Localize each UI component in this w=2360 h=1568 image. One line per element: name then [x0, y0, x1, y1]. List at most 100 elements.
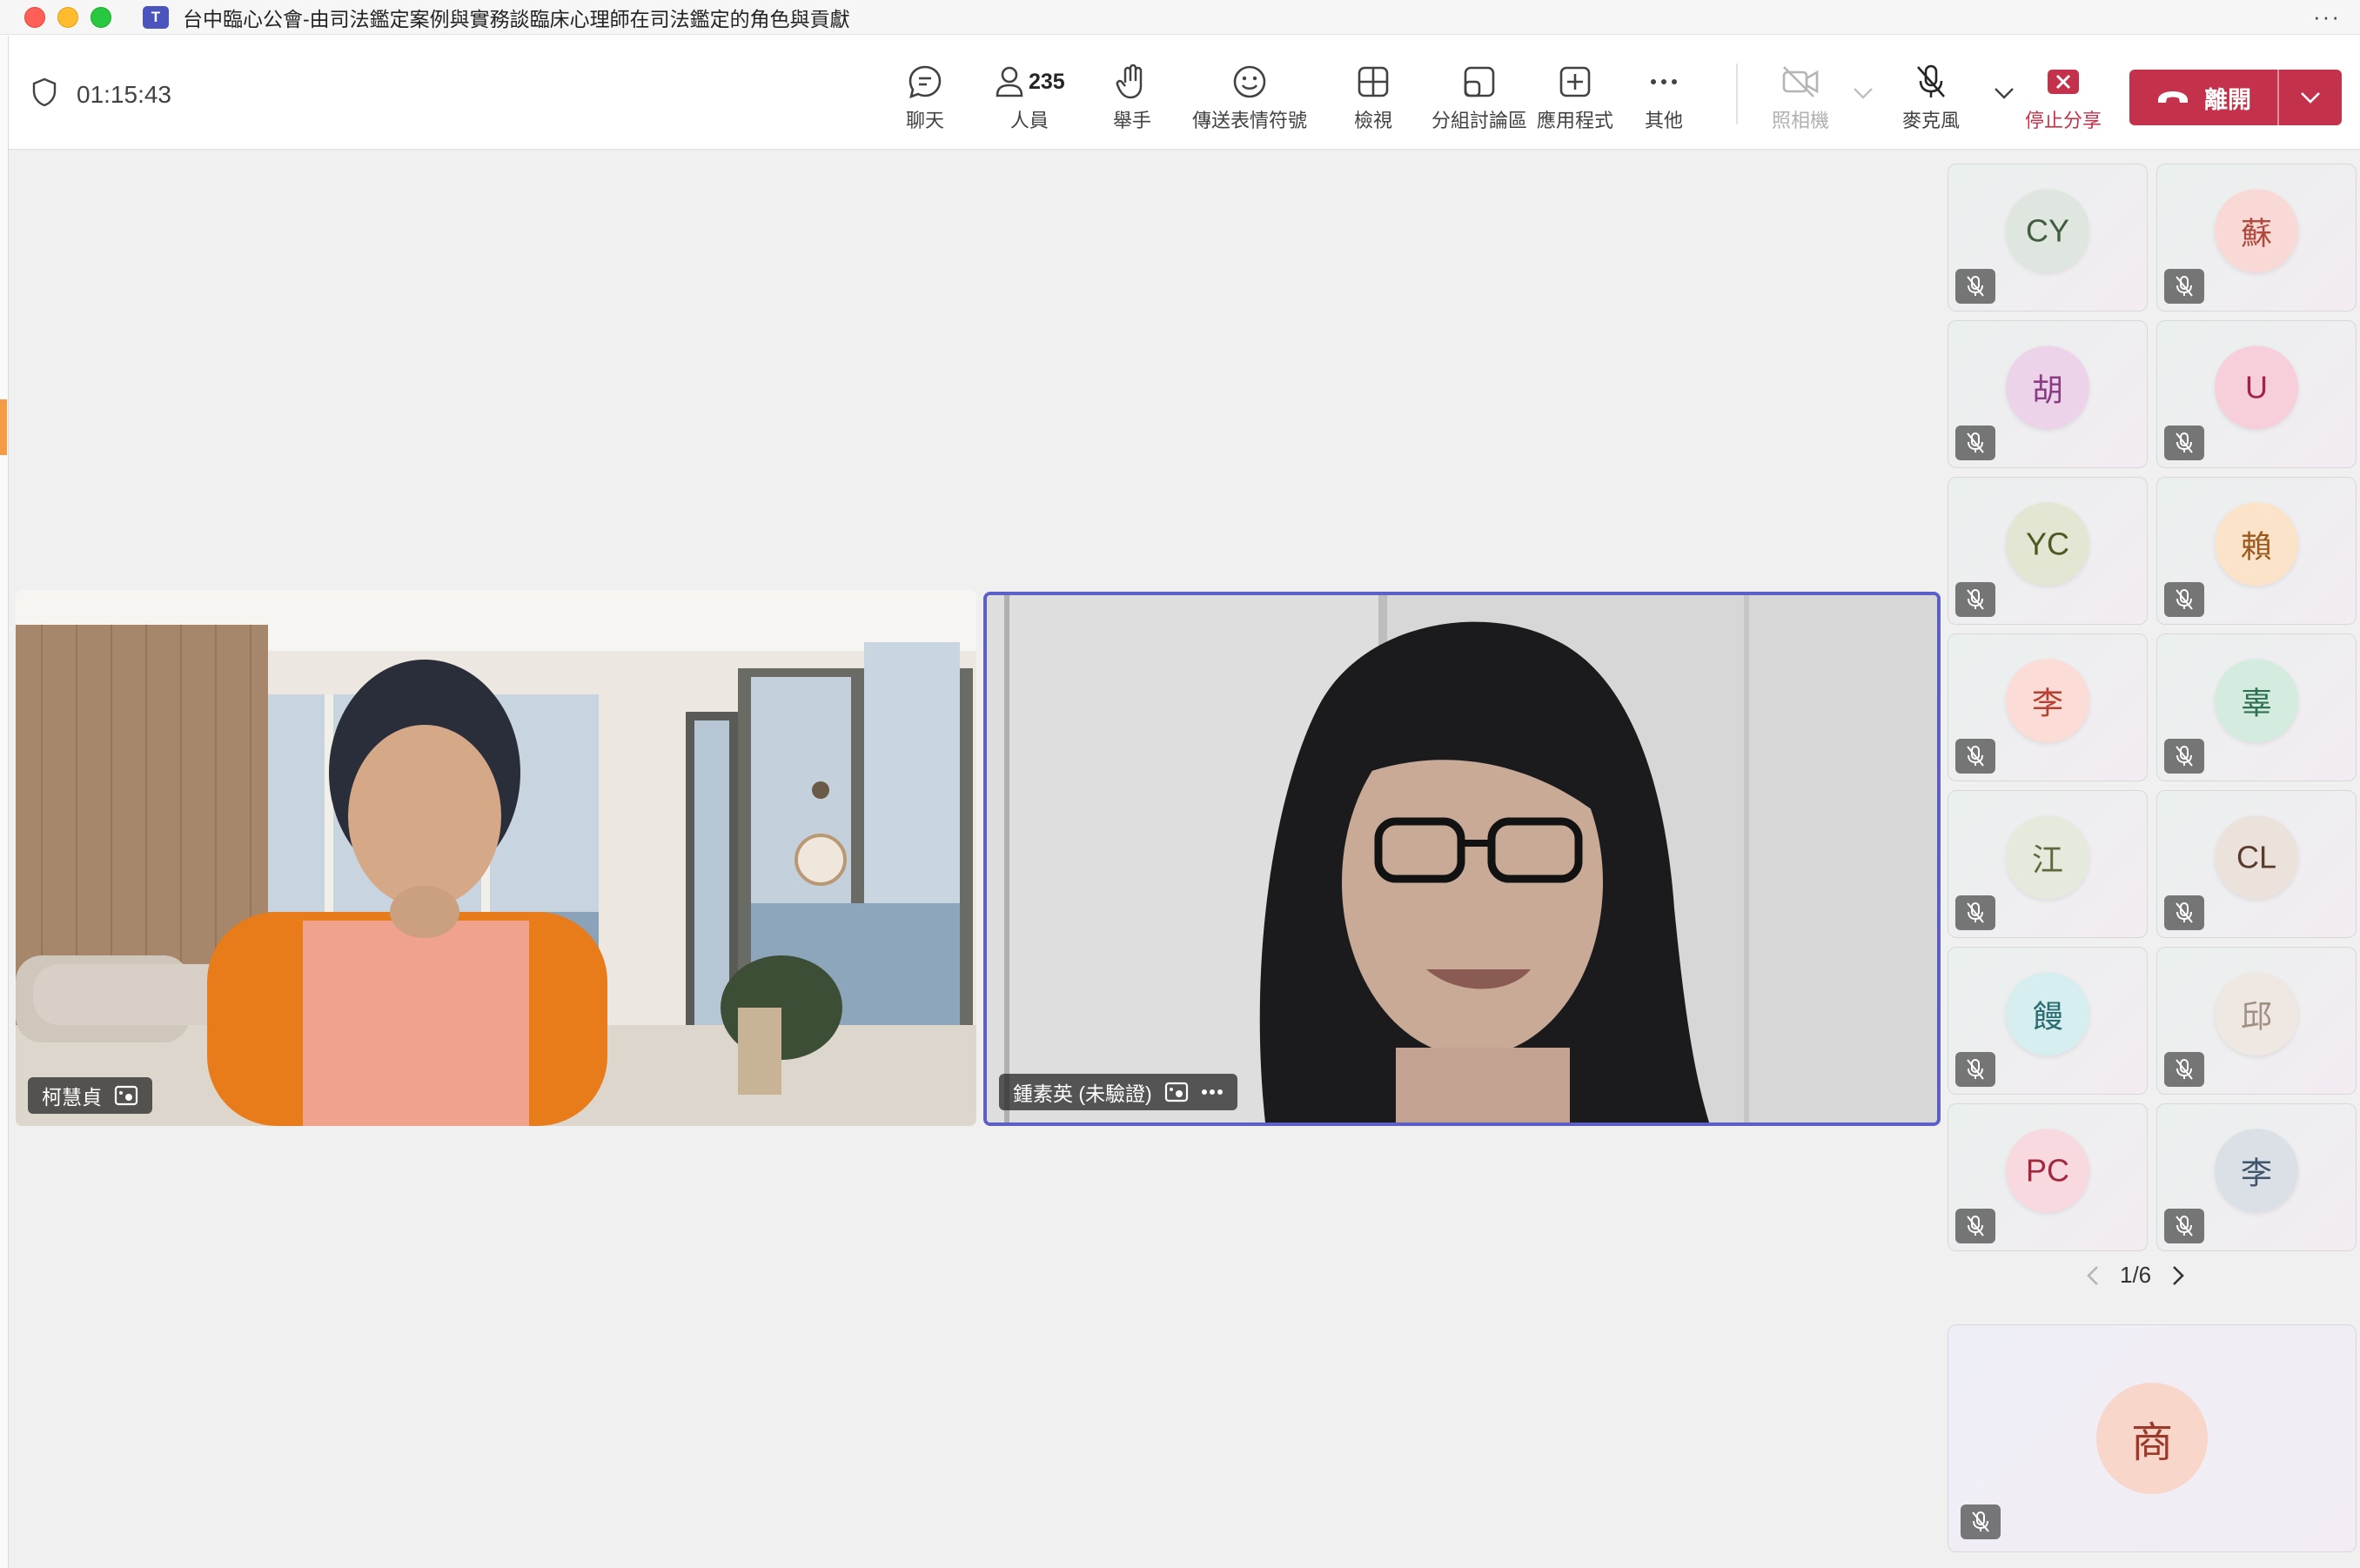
more-dots-icon — [1646, 62, 1681, 102]
avatar: PC — [2006, 1129, 2089, 1213]
participant-tile[interactable]: 李 — [2156, 1103, 2357, 1251]
chat-icon — [907, 62, 943, 102]
avatar: U — [2215, 345, 2298, 430]
stop-sharing-button[interactable]: 停止分享 — [2025, 62, 2102, 133]
raise-hand-button[interactable]: 舉手 — [1113, 62, 1151, 133]
muted-mic-icon — [2164, 1052, 2204, 1087]
zoom-window-button[interactable] — [91, 6, 111, 28]
participant-name-tag: 柯慧貞 — [28, 1077, 152, 1114]
background-effects-icon — [114, 1085, 138, 1106]
participant-name-tag: 鍾素英 (未驗證) — [999, 1074, 1237, 1110]
breakout-rooms-icon — [1462, 62, 1497, 102]
minimize-window-button[interactable] — [57, 6, 78, 28]
avatar: 辜 — [2215, 659, 2298, 743]
smiley-icon — [1231, 62, 1268, 102]
participant-video-feed — [987, 595, 1937, 1122]
leave-options-chevron-icon[interactable] — [2279, 70, 2342, 125]
people-icon-row: 235 — [994, 62, 1065, 102]
camera-button[interactable]: 照相機 — [1772, 62, 1829, 133]
participant-tile[interactable]: 蘇 — [2156, 164, 2357, 312]
participant-name: 柯慧貞 — [42, 1086, 102, 1109]
chevron-right-icon[interactable] — [2170, 1264, 2186, 1287]
participant-video-tile[interactable]: 柯慧貞 — [16, 590, 976, 1126]
teams-logo-icon: T — [143, 5, 169, 29]
people-icon — [996, 66, 1023, 97]
avatar: 邱 — [2215, 972, 2298, 1056]
muted-mic-icon — [1955, 269, 1995, 304]
people-button[interactable]: 235 人員 — [994, 62, 1065, 133]
participant-tile[interactable]: YC — [1948, 477, 2148, 625]
avatar: 李 — [2006, 659, 2089, 743]
stop-share-icon — [2044, 62, 2082, 102]
active-speaker-video-tile[interactable]: 鍾素英 (未驗證) — [983, 592, 1941, 1126]
background-effects-icon — [1164, 1082, 1188, 1102]
leave-button-group: 離開 — [2129, 70, 2342, 125]
participant-tile[interactable]: CY — [1948, 164, 2148, 312]
avatar: CL — [2215, 815, 2298, 900]
participant-tile[interactable]: CL — [2156, 790, 2357, 938]
muted-mic-icon — [1955, 426, 1995, 460]
breakout-rooms-button[interactable]: 分組討論區 — [1431, 62, 1527, 133]
chat-label: 聊天 — [906, 110, 945, 131]
meeting-timer: 01:15:43 — [77, 80, 171, 108]
more-label: 其他 — [1645, 110, 1684, 131]
participant-tile[interactable]: 江 — [1948, 790, 2148, 938]
window-controls — [24, 6, 111, 28]
camera-label: 照相機 — [1772, 110, 1830, 131]
participant-tile[interactable]: 辜 — [2156, 633, 2357, 781]
title-more-icon[interactable]: ··· — [2313, 3, 2341, 30]
avatar: 饅 — [2006, 972, 2089, 1056]
participant-tile[interactable]: 饅 — [1948, 947, 2148, 1095]
muted-mic-icon — [1955, 1209, 1995, 1243]
participant-tile[interactable]: 賴 — [2156, 477, 2357, 625]
muted-mic-icon — [2164, 739, 2204, 774]
featured-participant-tile[interactable]: 商 — [1948, 1324, 2357, 1552]
participant-tile[interactable]: 邱 — [2156, 947, 2357, 1095]
muted-mic-icon — [2164, 426, 2204, 460]
leave-label: 離開 — [2204, 86, 2251, 113]
view-button[interactable]: 檢視 — [1354, 62, 1392, 133]
close-window-button[interactable] — [24, 6, 45, 28]
apps-button[interactable]: 應用程式 — [1537, 62, 1613, 133]
participant-tile[interactable]: PC — [1948, 1103, 2148, 1251]
muted-mic-icon — [1955, 1052, 1995, 1087]
teams-meeting-window: T 台中臨心公會-由司法鑑定案例與實務談臨床心理師在司法鑑定的角色與貢獻 ···… — [0, 0, 2360, 1568]
muted-mic-icon — [1955, 582, 1995, 617]
background-accent — [0, 399, 7, 455]
meeting-info: 01:15:43 — [31, 77, 171, 111]
microphone-label: 麥克風 — [1902, 110, 1961, 131]
camera-options-chevron-icon[interactable] — [1852, 86, 1874, 104]
mic-off-icon — [1914, 62, 1948, 102]
people-label: 人員 — [1009, 110, 1049, 131]
chevron-left-icon[interactable] — [2085, 1264, 2101, 1287]
avatar: 賴 — [2215, 502, 2298, 586]
microphone-button[interactable]: 麥克風 — [1902, 62, 1960, 133]
gallery-pager: 1/6 — [2085, 1262, 2186, 1289]
participant-tile[interactable]: 胡 — [1948, 320, 2148, 468]
apps-label: 應用程式 — [1537, 110, 1614, 131]
more-options-icon[interactable] — [1201, 1089, 1224, 1096]
people-count: 235 — [1029, 69, 1065, 94]
grid-view-icon — [1356, 62, 1391, 102]
shield-icon[interactable] — [31, 77, 57, 111]
camera-off-icon — [1780, 62, 1820, 102]
avatar: 李 — [2215, 1129, 2298, 1213]
toolbar-separator — [1736, 64, 1738, 124]
more-options-button[interactable]: 其他 — [1645, 62, 1683, 133]
leave-button[interactable]: 離開 — [2129, 70, 2277, 125]
reactions-button[interactable]: 傳送表情符號 — [1192, 62, 1307, 133]
participant-name: 鍾素英 (未驗證) — [1013, 1082, 1152, 1105]
microphone-options-chevron-icon[interactable] — [1993, 86, 2015, 104]
breakout-rooms-label: 分組討論區 — [1431, 110, 1528, 131]
meeting-toolbar: 01:15:43 聊天 235 人員 舉手 傳送表情符號 檢視 分組討論區 應用… — [9, 36, 2360, 150]
avatar: 商 — [2096, 1383, 2208, 1494]
participant-tile[interactable]: 李 — [1948, 633, 2148, 781]
participant-tile[interactable]: U — [2156, 320, 2357, 468]
avatar: CY — [2006, 189, 2089, 273]
muted-mic-icon — [2164, 1209, 2204, 1243]
chat-button[interactable]: 聊天 — [906, 62, 944, 133]
window-title: 台中臨心公會-由司法鑑定案例與實務談臨床心理師在司法鑑定的角色與貢獻 — [183, 7, 850, 30]
avatar: 江 — [2006, 815, 2089, 900]
muted-mic-icon — [2164, 582, 2204, 617]
background-window-edge — [0, 36, 9, 1568]
